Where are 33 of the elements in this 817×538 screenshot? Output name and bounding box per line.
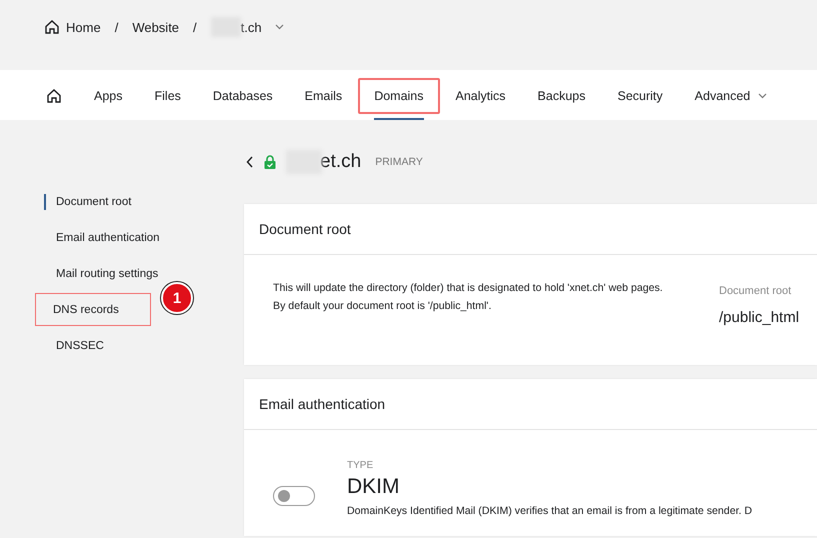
nav-tab[interactable]: Apps: [78, 70, 138, 120]
domain-name: et.ch: [320, 151, 362, 173]
field-value: /public_html: [719, 309, 800, 326]
breadcrumb-separator: /: [114, 20, 118, 34]
nav-tab[interactable]: Security: [602, 70, 679, 120]
breadcrumb-home-link[interactable]: Home: [44, 19, 101, 35]
sidebar-item[interactable]: Email authentication: [44, 220, 194, 256]
card-title: Document root: [244, 204, 817, 255]
nav-tab[interactable]: Backups: [522, 70, 602, 120]
description-text: This will update the directory (folder) that is designated to hold 'xnet.ch' web pages. By default your document root is '/public_html'.: [273, 281, 664, 314]
step-badge: 1: [161, 282, 193, 314]
home-icon: [44, 19, 60, 35]
back-chevron-icon[interactable]: [246, 156, 254, 168]
card-title: Email authentication: [244, 379, 817, 430]
description-text: DomainKeys Identified Mail (DKIM) verifies that an email is from a legitimate sender. D: [347, 505, 752, 517]
type-value: DKIM: [347, 475, 400, 499]
nav-tab[interactable]: Advanced: [678, 70, 784, 120]
nav-tab[interactable]: Analytics: [440, 70, 522, 120]
field-label: Document root: [719, 285, 792, 297]
sidebar-item[interactable]: Document root: [44, 194, 194, 210]
nav-tab[interactable]: Databases: [196, 70, 289, 120]
primary-label: PRIMARY: [375, 156, 423, 168]
nav-tab[interactable]: Files: [138, 70, 197, 120]
breadcrumb-separator: /: [193, 20, 197, 34]
nav-tab[interactable]: Emails: [288, 70, 358, 120]
sidebar-item[interactable]: DNSSEC: [44, 328, 194, 364]
chevron-down-icon: [758, 93, 768, 99]
type-label: TYPE: [347, 460, 374, 471]
toggle-switch[interactable]: [273, 486, 315, 506]
breadcrumb-link[interactable]: Website: [132, 20, 180, 34]
chevron-down-icon: [274, 24, 284, 30]
home-icon: [46, 88, 62, 104]
domain-selector[interactable]: t.ch: [240, 20, 284, 34]
